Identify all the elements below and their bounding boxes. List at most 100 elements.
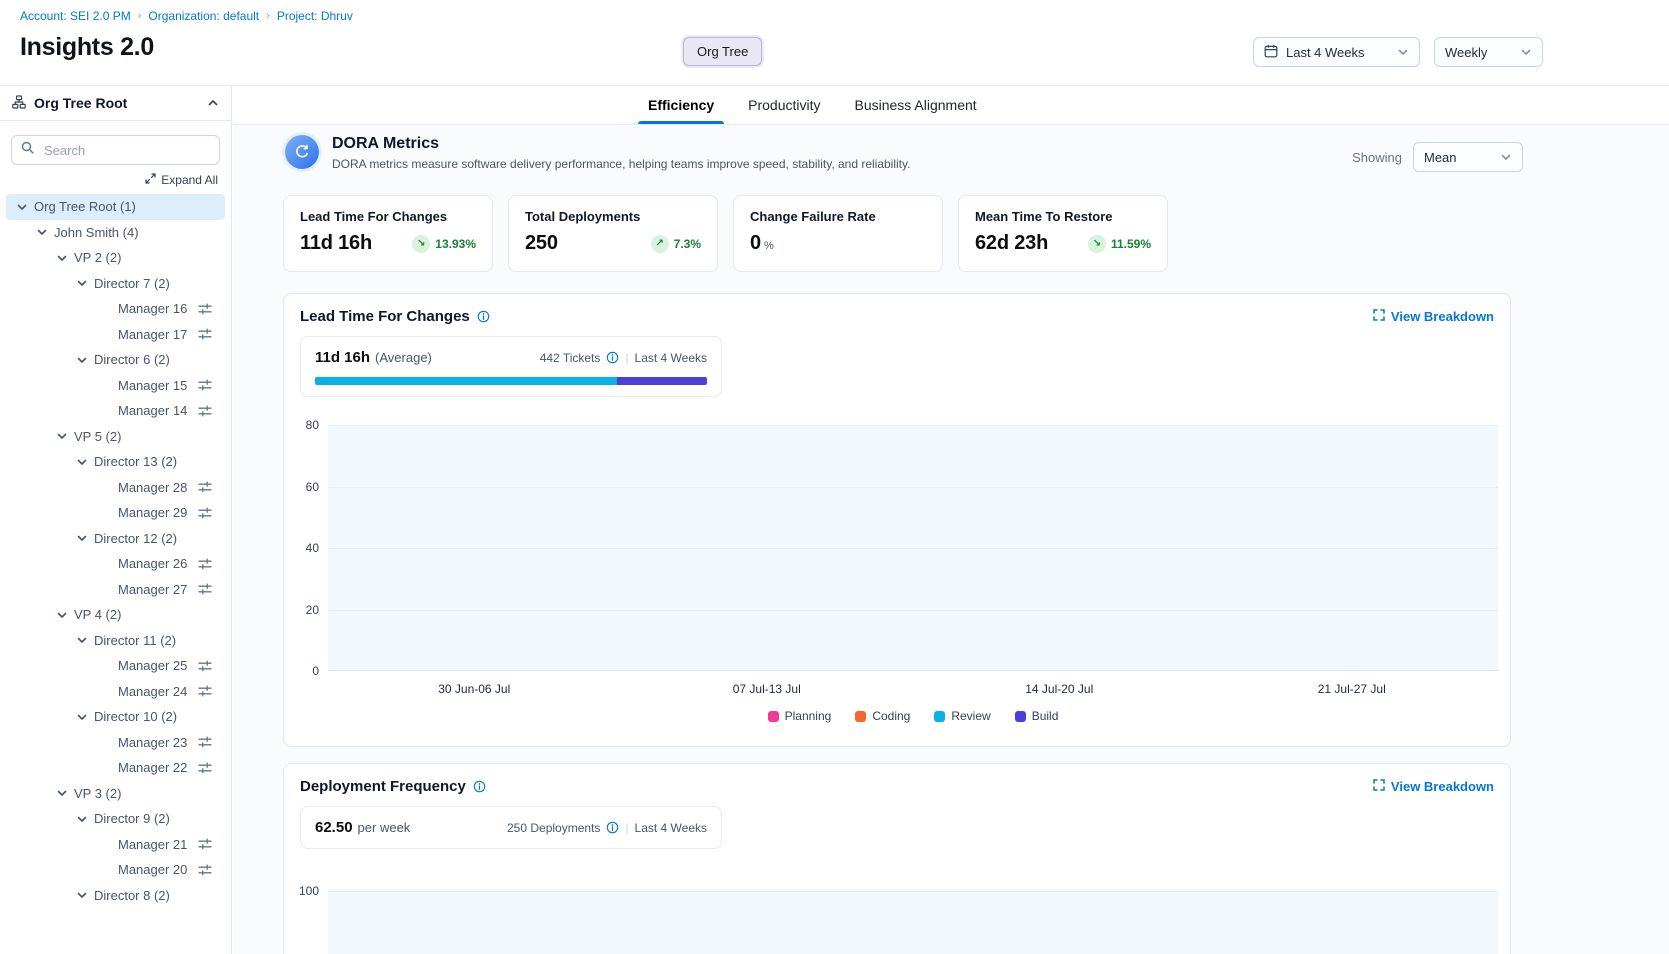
chevron-down-icon[interactable]	[56, 430, 70, 442]
chevron-down-icon[interactable]	[16, 201, 30, 213]
tree-item-label: Manager 16	[118, 301, 187, 316]
tab-business-alignment[interactable]: Business Alignment	[853, 86, 979, 124]
tree-item-manager-21[interactable]: Manager 21	[6, 832, 225, 858]
dora-cycle-icon	[285, 135, 319, 169]
filter-icon[interactable]	[198, 303, 212, 315]
info-icon[interactable]	[477, 310, 490, 323]
view-breakdown-button[interactable]: View Breakdown	[1373, 309, 1494, 324]
expand-all-button[interactable]: Expand All	[0, 165, 231, 187]
deployment-frequency-title: Deployment Frequency	[300, 778, 466, 795]
filter-icon[interactable]	[198, 481, 212, 493]
legend-label: Coding	[872, 709, 910, 723]
trend-delta: 11.59%	[1111, 237, 1151, 251]
chevron-down-icon[interactable]	[76, 889, 90, 901]
tab-efficiency[interactable]: Efficiency	[646, 86, 716, 124]
trend-down-icon: ↘	[412, 235, 430, 253]
lead-time-average-qualifier: (Average)	[375, 350, 432, 365]
chevron-down-icon	[1397, 46, 1409, 58]
chevron-down-icon[interactable]	[76, 354, 90, 366]
breadcrumb-link-project[interactable]: Project: Dhruv	[277, 9, 353, 23]
tree-item-manager-14[interactable]: Manager 14	[6, 398, 225, 424]
metric-card-value: 0%	[750, 232, 774, 255]
tree-item-director-13-2[interactable]: Director 13 (2)	[6, 449, 225, 475]
deployments-count: 250 Deployments	[507, 821, 600, 835]
tree-item-director-7-2[interactable]: Director 7 (2)	[6, 271, 225, 297]
chevron-up-icon[interactable]	[207, 97, 219, 109]
chevron-down-icon[interactable]	[76, 813, 90, 825]
search-input[interactable]	[42, 142, 222, 159]
filter-icon[interactable]	[198, 379, 212, 391]
main-area: Efficiency Productivity Business Alignment…	[233, 86, 1669, 954]
filter-icon[interactable]	[198, 328, 212, 340]
chevron-down-icon[interactable]	[76, 532, 90, 544]
tree-item-manager-28[interactable]: Manager 28	[6, 475, 225, 501]
tree-item-director-11-2[interactable]: Director 11 (2)	[6, 628, 225, 654]
org-tree-button[interactable]: Org Tree	[683, 37, 762, 66]
view-breakdown-button[interactable]: View Breakdown	[1373, 779, 1494, 794]
chevron-down-icon[interactable]	[56, 787, 70, 799]
search-icon	[21, 141, 34, 159]
tree-item-manager-29[interactable]: Manager 29	[6, 500, 225, 526]
tree-item-manager-27[interactable]: Manager 27	[6, 577, 225, 603]
filter-icon[interactable]	[198, 405, 212, 417]
info-icon[interactable]	[606, 821, 619, 834]
tree-item-director-12-2[interactable]: Director 12 (2)	[6, 526, 225, 552]
date-range-select[interactable]: Last 4 Weeks	[1253, 37, 1420, 67]
sidebar-search[interactable]	[11, 135, 220, 165]
showing-select[interactable]: Mean	[1413, 142, 1523, 172]
filter-icon[interactable]	[198, 736, 212, 748]
tab-productivity[interactable]: Productivity	[746, 86, 822, 124]
info-icon[interactable]	[606, 351, 619, 364]
tree-item-manager-26[interactable]: Manager 26	[6, 551, 225, 577]
breadcrumb-link-organization[interactable]: Organization: default	[148, 9, 259, 23]
tree-item-john-smith-4[interactable]: John Smith (4)	[6, 220, 225, 246]
info-icon[interactable]	[473, 780, 486, 793]
date-range-value: Last 4 Weeks	[1286, 45, 1365, 60]
tree-item-vp-4-2[interactable]: VP 4 (2)	[6, 602, 225, 628]
filter-icon[interactable]	[198, 660, 212, 672]
chevron-down-icon[interactable]	[56, 252, 70, 264]
filter-icon[interactable]	[198, 864, 212, 876]
tree-item-manager-25[interactable]: Manager 25	[6, 653, 225, 679]
tree-item-org-tree-root-1[interactable]: Org Tree Root (1)	[6, 194, 225, 220]
filter-icon[interactable]	[198, 762, 212, 774]
stage-bar-segment-review	[315, 377, 617, 385]
gridline	[328, 487, 1498, 488]
tree-item-director-9-2[interactable]: Director 9 (2)	[6, 806, 225, 832]
view-breakdown-label: View Breakdown	[1391, 779, 1494, 794]
chevron-down-icon[interactable]	[56, 609, 70, 621]
metric-card-value: 250	[525, 232, 558, 255]
legend-item-review: Review	[934, 709, 990, 723]
tree-item-label: Manager 14	[118, 403, 187, 418]
chevron-down-icon[interactable]	[76, 456, 90, 468]
filter-icon[interactable]	[198, 507, 212, 519]
tree-item-manager-20[interactable]: Manager 20	[6, 857, 225, 883]
tree-item-manager-23[interactable]: Manager 23	[6, 730, 225, 756]
chevron-down-icon[interactable]	[76, 634, 90, 646]
tree-item-director-6-2[interactable]: Director 6 (2)	[6, 347, 225, 373]
tree-item-manager-16[interactable]: Manager 16	[6, 296, 225, 322]
tree-item-manager-17[interactable]: Manager 17	[6, 322, 225, 348]
filter-icon[interactable]	[198, 685, 212, 697]
filter-icon[interactable]	[198, 838, 212, 850]
tree-item-manager-22[interactable]: Manager 22	[6, 755, 225, 781]
trend-delta: 7.3%	[674, 237, 701, 251]
chevron-down-icon[interactable]	[36, 226, 50, 238]
filter-icon[interactable]	[198, 558, 212, 570]
org-tree-icon	[12, 95, 26, 112]
granularity-select[interactable]: Weekly	[1434, 37, 1543, 67]
filter-icon[interactable]	[198, 583, 212, 595]
chevron-down-icon[interactable]	[76, 711, 90, 723]
tree-item-vp-2-2[interactable]: VP 2 (2)	[6, 245, 225, 271]
tree-item-vp-5-2[interactable]: VP 5 (2)	[6, 424, 225, 450]
tree-item-director-8-2[interactable]: Director 8 (2)	[6, 883, 225, 909]
breadcrumb-link-account[interactable]: Account: SEI 2.0 PM	[20, 9, 131, 23]
tree-item-director-10-2[interactable]: Director 10 (2)	[6, 704, 225, 730]
gridline	[328, 610, 1498, 611]
tree-item-manager-24[interactable]: Manager 24	[6, 679, 225, 705]
tree-item-manager-15[interactable]: Manager 15	[6, 373, 225, 399]
legend-label: Review	[951, 709, 990, 723]
tree-item-vp-3-2[interactable]: VP 3 (2)	[6, 781, 225, 807]
breadcrumb-separator: ›	[138, 10, 142, 22]
chevron-down-icon[interactable]	[76, 277, 90, 289]
